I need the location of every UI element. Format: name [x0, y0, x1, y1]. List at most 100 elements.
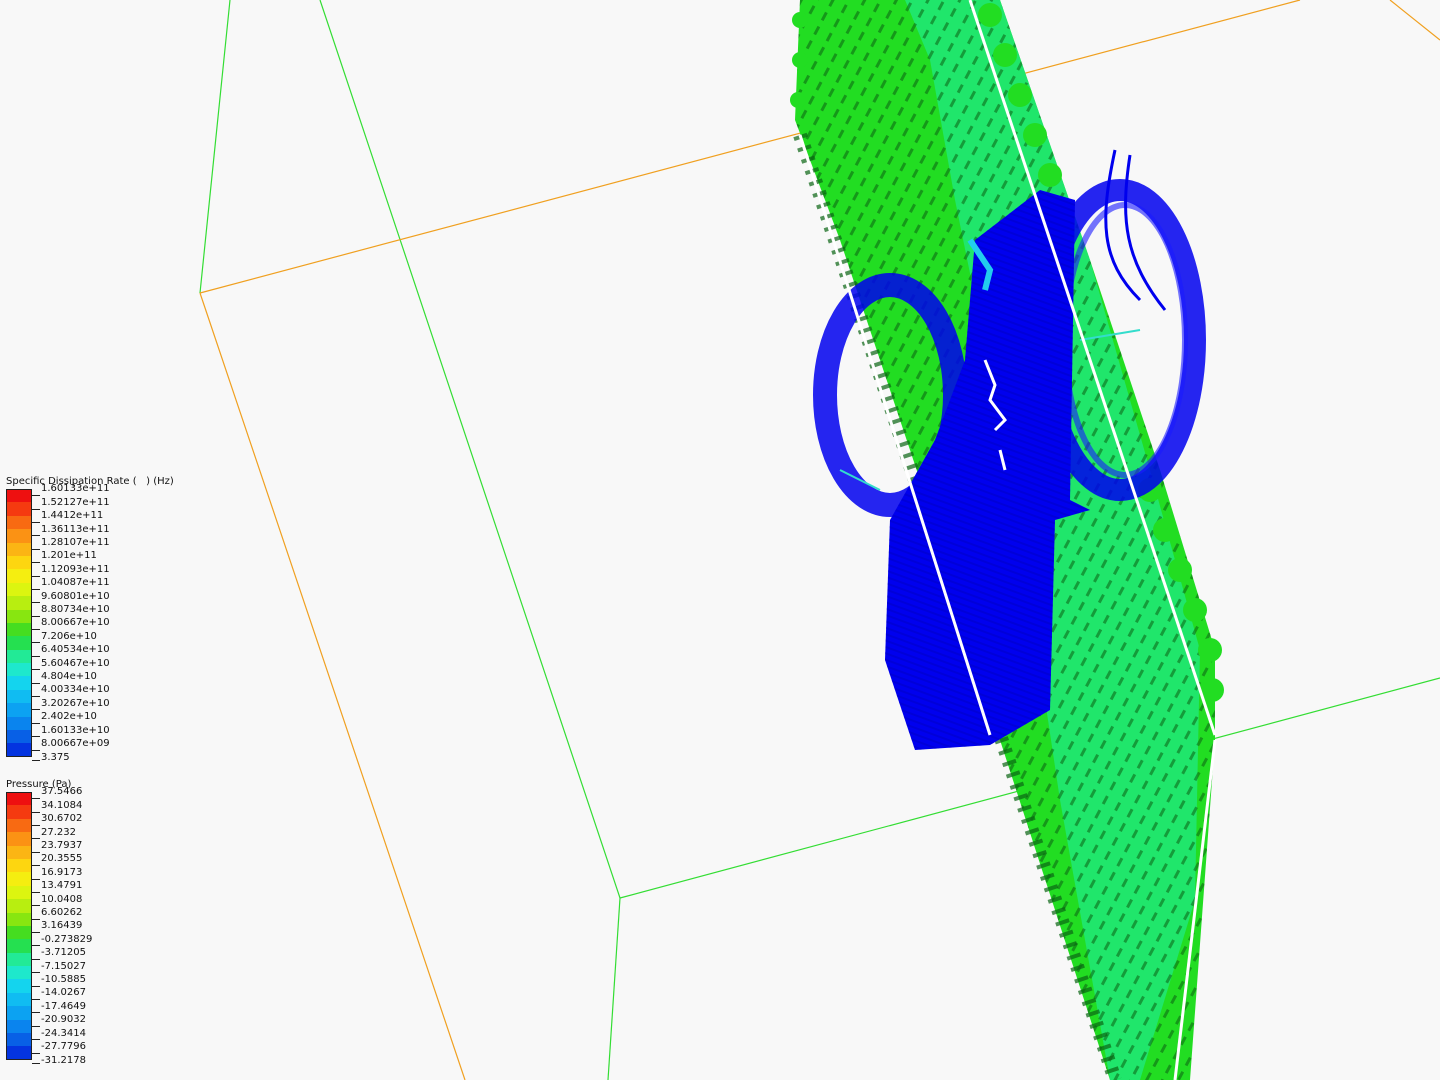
legend-swatch	[6, 757, 32, 765]
legend-tick	[32, 972, 40, 974]
legend-swatch	[6, 502, 32, 516]
legend-value-label: 1.60133e+11	[41, 483, 110, 495]
legend-tick	[32, 749, 40, 751]
legend-swatch	[6, 1006, 32, 1020]
legend-value-label: 1.12093e+11	[41, 563, 110, 575]
legend-tick	[32, 722, 40, 724]
legend-value-label: -17.4649	[41, 1000, 86, 1012]
legend-tick	[32, 535, 40, 537]
legend-tick	[32, 918, 40, 920]
legend-tick	[32, 736, 40, 738]
legend-swatch	[6, 716, 32, 731]
legend-value-label: -14.0267	[41, 987, 86, 999]
legend-swatch	[6, 818, 32, 833]
legend-tick	[32, 878, 40, 880]
legend-tick	[32, 682, 40, 684]
legend-swatch	[6, 979, 32, 993]
legend-tick	[32, 669, 40, 671]
legend-tick	[32, 798, 40, 800]
legend-value-label: -0.273829	[41, 933, 93, 945]
legend-swatch	[6, 1019, 32, 1034]
legend-tick	[32, 985, 40, 987]
legend-value-label: 9.60801e+10	[41, 590, 110, 602]
legend-swatch	[6, 609, 32, 623]
legend-value-label: 13.4791	[41, 880, 83, 892]
legend-swatch	[6, 966, 32, 980]
legend-tick	[32, 1012, 40, 1014]
legend-swatch	[6, 912, 32, 926]
legend-swatch	[6, 1033, 32, 1047]
legend-value-label: 4.00334e+10	[41, 684, 110, 696]
legend-value-label: 1.04087e+11	[41, 577, 110, 589]
legend-value-label: -10.5885	[41, 973, 86, 985]
legend-value-label: 1.60133e+10	[41, 724, 110, 736]
legend-swatch	[6, 730, 32, 744]
legend-value-label: 23.7937	[41, 840, 83, 852]
legend-value-label: 37.5466	[41, 786, 83, 798]
legend-tick	[32, 629, 40, 631]
legend-swatch	[6, 858, 32, 873]
legend-swatch	[6, 792, 32, 806]
legend-tick	[32, 655, 40, 657]
legend-swatch	[6, 649, 32, 664]
legend-value-label: 1.36113e+11	[41, 523, 110, 535]
legend-swatch	[6, 992, 32, 1007]
legend-value-label: -27.7796	[41, 1040, 86, 1052]
legend-tick	[32, 838, 40, 840]
legend-value-label: 5.60467e+10	[41, 657, 110, 669]
legend-value-label: 1.52127e+11	[41, 496, 110, 508]
legend-color-bar: 1.60133e+11 1.52127e+11 1.4412e+11 1.36113e…	[6, 483, 174, 765]
legend-value-label: 6.60262	[41, 907, 83, 918]
legend-value-label: 27.232	[41, 826, 76, 838]
legend-swatch	[6, 703, 32, 717]
legend-tick	[32, 548, 40, 550]
legend-tick	[32, 696, 40, 698]
legend-entry: -31.2178	[6, 1055, 92, 1068]
legend-swatch	[6, 872, 32, 886]
legend-tick	[32, 811, 40, 813]
legend-pressure: Pressure (Pa) 37.5466 34.1084 30.6702 27.23…	[6, 778, 92, 1068]
legend-tick	[32, 1052, 40, 1054]
legend-swatch	[6, 529, 32, 543]
legend-tick	[32, 932, 40, 934]
legend-swatch	[6, 489, 32, 503]
legend-tick	[32, 945, 40, 947]
legend-tick	[32, 521, 40, 523]
legend-value-label: 6.40534e+10	[41, 644, 110, 656]
legend-tick	[32, 588, 40, 590]
legend-value-label: 3.16439	[41, 920, 83, 932]
legend-value-label: 7.206e+10	[41, 630, 97, 642]
legend-tick	[32, 495, 40, 497]
legend-swatch	[6, 925, 32, 940]
legend-tick	[32, 1063, 40, 1065]
legend-tick	[32, 1039, 40, 1041]
legend-value-label: 1.28107e+11	[41, 537, 110, 549]
legend-value-label: 8.00667e+10	[41, 617, 110, 629]
legend-value-label: 1.201e+11	[41, 550, 97, 562]
legend-swatch	[6, 1060, 32, 1068]
legend-entry: 3.375	[6, 752, 174, 765]
legend-value-label: 8.00667e+09	[41, 737, 110, 749]
legend-swatch	[6, 515, 32, 530]
legend-tick	[32, 602, 40, 604]
legend-swatch	[6, 596, 32, 610]
legend-swatch	[6, 832, 32, 846]
legend-swatch	[6, 555, 32, 570]
legend-swatch	[6, 689, 32, 704]
legend-value-label: -20.9032	[41, 1014, 86, 1026]
legend-swatch	[6, 939, 32, 953]
3d-viewport[interactable]	[0, 0, 1440, 1080]
legend-swatch	[6, 1046, 32, 1060]
legend-color-bar: 37.5466 34.1084 30.6702 27.232 23.7937 20.355…	[6, 786, 93, 1068]
legend-tick	[32, 865, 40, 867]
legend-value-label: 20.3555	[41, 853, 83, 865]
legend-swatch	[6, 569, 32, 583]
legend-swatch	[6, 676, 32, 690]
legend-value-label: 10.0408	[41, 893, 83, 905]
legend-tick	[32, 851, 40, 853]
legend-value-label: -31.2178	[41, 1055, 86, 1067]
legend-value-label: 3.375	[41, 752, 70, 764]
legend-swatch	[6, 805, 32, 819]
legend-swatch	[6, 885, 32, 900]
legend-value-label: -3.71205	[41, 947, 86, 959]
